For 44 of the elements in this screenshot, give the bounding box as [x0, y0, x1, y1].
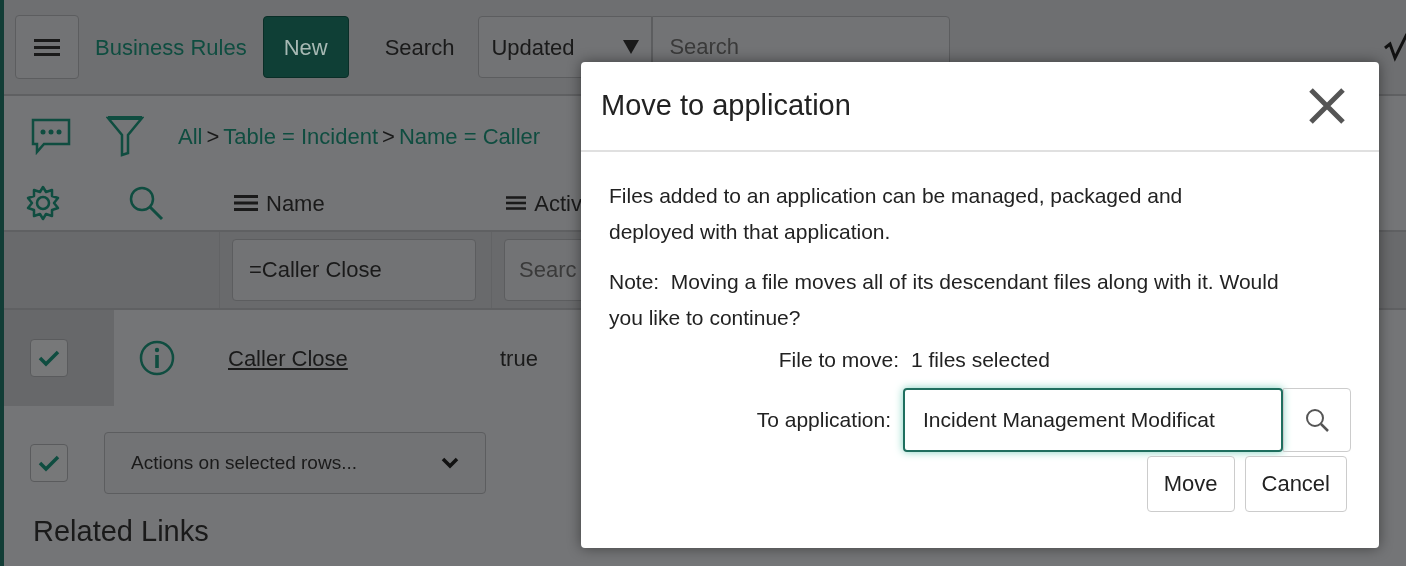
dialog-note: Note: Moving a file moves all of its descendant files along with it. Would you like to continue?: [609, 269, 1280, 331]
menu-icon[interactable]: [234, 194, 258, 212]
breadcrumb-separator: >: [382, 122, 395, 151]
page-title: Business Rules: [95, 33, 247, 62]
dialog-title: Move to application: [601, 88, 851, 124]
field-label: File to move:: [777, 347, 899, 373]
filter-field[interactable]: =Caller Close: [232, 239, 476, 301]
search-icon[interactable]: [127, 184, 165, 222]
breadcrumb-link[interactable]: Table = Incident: [223, 119, 379, 153]
lookup-button[interactable]: [1283, 388, 1351, 452]
breadcrumb-link[interactable]: All: [178, 119, 203, 153]
menu-button[interactable]: [15, 15, 79, 79]
info-icon[interactable]: [138, 339, 176, 377]
dialog-message: Files added to an application can be managed, packaged and deployed with that application.: [609, 183, 1184, 245]
field-label: To application:: [755, 407, 891, 433]
search-select[interactable]: Updated: [478, 16, 653, 78]
section-heading: Related Links: [33, 515, 209, 547]
menu-icon: [34, 37, 60, 57]
new-button[interactable]: New: [262, 16, 349, 78]
chevron-down-icon: [441, 457, 459, 469]
move-button[interactable]: Move: [1146, 456, 1235, 512]
search-label: Search: [384, 33, 455, 62]
tick-icon: [1383, 32, 1406, 62]
filter-icon[interactable]: [106, 115, 144, 157]
checkmark-icon: [37, 348, 61, 368]
checkmark-icon: [37, 453, 61, 473]
record-link[interactable]: Caller Close: [228, 341, 500, 375]
checkbox[interactable]: [30, 444, 68, 482]
column-header[interactable]: Name: [232, 186, 504, 220]
column-header[interactable]: Activ: [504, 186, 582, 220]
checkbox[interactable]: [30, 339, 68, 377]
actions-select[interactable]: Actions on selected rows...: [104, 432, 486, 494]
dropdown-triangle-icon: [623, 40, 640, 54]
table-cell-text: true: [500, 344, 538, 373]
field-value: 1 files selected: [911, 347, 1050, 373]
search-icon: [1304, 407, 1330, 433]
cancel-button[interactable]: Cancel: [1244, 456, 1347, 512]
application-field[interactable]: Incident Management Modificat: [903, 388, 1283, 452]
close-icon: [1307, 86, 1347, 126]
chat-icon[interactable]: [30, 117, 72, 155]
breadcrumb-link[interactable]: Name = Caller: [398, 119, 541, 153]
breadcrumb-separator: >: [206, 122, 220, 151]
menu-icon[interactable]: [506, 194, 527, 212]
settings-icon[interactable]: [24, 184, 62, 222]
